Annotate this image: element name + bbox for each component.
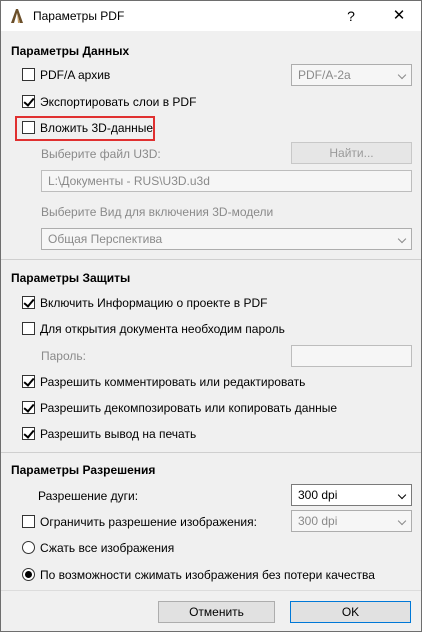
pdfa-version-select: PDF/A-2a bbox=[291, 64, 412, 86]
find-button[interactable]: Найти... bbox=[291, 142, 412, 164]
pdfa-checkbox[interactable] bbox=[22, 68, 35, 81]
arc-resolution-select[interactable]: 300 dpi bbox=[291, 484, 412, 506]
export-layers-label: Экспортировать слои в PDF bbox=[40, 95, 197, 109]
pdf-options-dialog: Параметры PDF ? ✕ Параметры Данных PDF/A… bbox=[0, 0, 422, 632]
embed-3d-label: Вложить 3D-данные bbox=[40, 121, 154, 135]
export-layers-checkbox[interactable] bbox=[22, 95, 35, 108]
allow-print-label: Разрешить вывод на печать bbox=[40, 427, 197, 441]
u3d-file-label: Выберите файл U3D: bbox=[41, 147, 161, 161]
divider bbox=[1, 259, 421, 260]
compress-all-radio[interactable] bbox=[22, 541, 35, 554]
section-title-resolution: Параметры Разрешения bbox=[11, 463, 156, 477]
cancel-button[interactable]: Отменить bbox=[158, 601, 275, 623]
archicad-app-icon bbox=[9, 8, 25, 24]
view-select-label: Выберите Вид для включения 3D-модели bbox=[41, 205, 274, 219]
pdfa-label: PDF/A архив bbox=[40, 68, 111, 82]
ok-button[interactable]: OK bbox=[290, 601, 411, 623]
include-info-label: Включить Информацию о проекте в PDF bbox=[40, 296, 268, 310]
title-bar[interactable]: Параметры PDF ? ✕ bbox=[1, 1, 421, 31]
limit-images-value: 300 dpi bbox=[298, 514, 338, 528]
section-title-data: Параметры Данных bbox=[11, 44, 130, 58]
window-title: Параметры PDF bbox=[33, 9, 125, 23]
limit-images-checkbox[interactable] bbox=[22, 515, 35, 528]
compress-all-label: Сжать все изображения bbox=[40, 541, 175, 555]
compress-lossless-radio[interactable] bbox=[22, 568, 35, 581]
allow-decompose-checkbox[interactable] bbox=[22, 401, 35, 414]
allow-decompose-label: Разрешить декомпозировать или копировать… bbox=[40, 401, 338, 415]
divider bbox=[1, 452, 421, 453]
pdfa-version-value: PDF/A-2a bbox=[298, 68, 351, 82]
arc-resolution-label: Разрешение дуги: bbox=[38, 489, 139, 503]
allow-comment-checkbox[interactable] bbox=[22, 375, 35, 388]
section-title-security: Параметры Защиты bbox=[11, 271, 131, 285]
password-label: Пароль: bbox=[41, 349, 86, 363]
chevron-down-icon bbox=[397, 70, 407, 80]
embed-3d-checkbox[interactable] bbox=[22, 121, 35, 134]
chevron-down-icon bbox=[397, 516, 407, 526]
u3d-path-field[interactable]: L:\Документы - RUS\U3D.u3d bbox=[41, 170, 412, 192]
limit-images-select: 300 dpi bbox=[291, 510, 412, 532]
require-password-checkbox[interactable] bbox=[22, 322, 35, 335]
help-button[interactable]: ? bbox=[341, 6, 361, 26]
chevron-down-icon bbox=[397, 234, 407, 244]
view-select: Общая Перспектива bbox=[41, 228, 412, 250]
chevron-down-icon bbox=[397, 490, 407, 500]
arc-resolution-value: 300 dpi bbox=[298, 488, 338, 502]
include-info-checkbox[interactable] bbox=[22, 296, 35, 309]
limit-images-label: Ограничить разрешение изображения: bbox=[40, 515, 257, 529]
allow-comment-label: Разрешить комментировать или редактирова… bbox=[40, 375, 306, 389]
password-field[interactable] bbox=[291, 345, 412, 367]
allow-print-checkbox[interactable] bbox=[22, 427, 35, 440]
compress-lossless-label: По возможности сжимать изображения без п… bbox=[40, 568, 375, 582]
close-button[interactable]: ✕ bbox=[389, 6, 409, 26]
divider bbox=[1, 590, 421, 591]
require-password-label: Для открытия документа необходим пароль bbox=[40, 322, 285, 336]
view-select-value: Общая Перспектива bbox=[48, 232, 163, 246]
